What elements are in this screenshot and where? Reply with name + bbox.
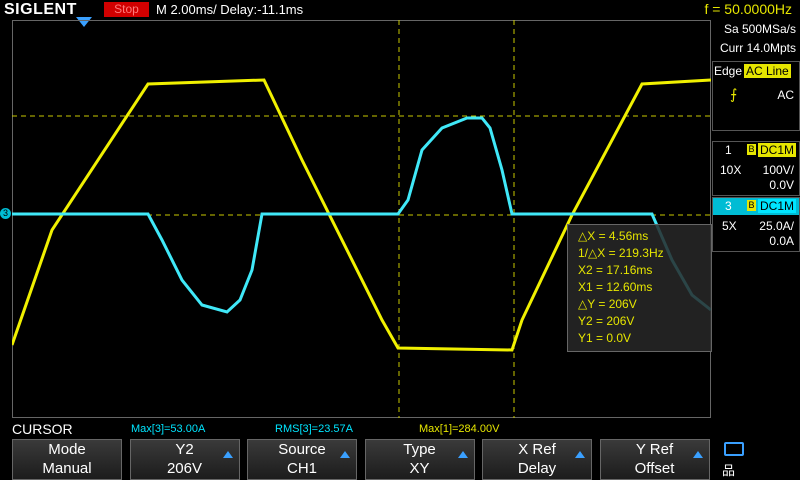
network-icon: 品 — [722, 463, 736, 478]
frequency-counter: f = 50.0000Hz — [704, 1, 792, 17]
cursor-x1-value: X1 = 12.60ms — [578, 280, 653, 294]
softkey-value: CH1 — [286, 460, 317, 477]
ch3-ground-marker[interactable]: 3 — [0, 208, 11, 219]
ch3-number: 3 — [725, 199, 732, 213]
cursor-delta-x: △X = 4.56ms — [578, 229, 649, 243]
ch1-number: 1 — [725, 143, 732, 157]
trigger-type: Edge — [714, 64, 743, 78]
menu-title: CURSOR — [12, 421, 73, 437]
cursor-y1-value: Y1 = 0.0V — [578, 331, 632, 345]
measurement-max-ch1: Max[1]=284.00V — [419, 423, 500, 435]
softkey-2[interactable]: Y2 206V — [129, 439, 240, 480]
ch1-probe: 10X — [720, 163, 742, 177]
softkey-3[interactable]: Source CH1 — [247, 439, 357, 480]
cursor-lines[interactable] — [12, 20, 711, 418]
softkey-label: Mode — [48, 441, 86, 458]
up-arrow-icon — [222, 451, 233, 458]
up-arrow-icon — [340, 451, 350, 458]
softkey-value: 206V — [166, 460, 203, 477]
trigger-source: AC Line — [744, 64, 791, 78]
softkey-4[interactable]: Type XY — [364, 439, 475, 480]
softkey-1[interactable]: Mode Manual — [12, 439, 122, 480]
sample-rate: Sa 500MSa/s — [723, 22, 796, 36]
ch3-scale: 25.0A/ — [759, 219, 794, 233]
usb-icon — [724, 442, 744, 456]
grid-lines — [12, 20, 711, 418]
cursor-readout-panel: △X = 4.56ms 1/△X = 219.3Hz X2 = 17.16ms … — [567, 224, 712, 352]
softkey-6[interactable]: Y Ref Offset — [599, 439, 710, 480]
ch3-coupling: DC1M — [758, 199, 797, 213]
ch1-bandwidth-badge: B — [747, 144, 756, 155]
softkey-5[interactable]: X Ref Delay — [482, 439, 592, 480]
ch3-bandwidth-badge: B — [747, 200, 756, 211]
ch1-coupling: DC1M — [758, 143, 797, 157]
up-arrow-icon — [692, 451, 703, 458]
brand-logo: SIGLENT — [4, 1, 77, 18]
rising-edge-icon: ⨍ — [730, 86, 738, 102]
softkey-value: Manual — [42, 460, 92, 477]
softkey-value: Offset — [634, 460, 675, 477]
up-arrow-icon — [575, 451, 585, 458]
up-arrow-icon — [457, 451, 468, 458]
ch3-offset: 0.0A — [769, 234, 794, 248]
softkey-value: XY — [409, 460, 430, 477]
softkey-value: Delay — [517, 460, 557, 477]
waveform-display[interactable] — [12, 20, 711, 418]
cursor-x2-value: X2 = 17.16ms — [578, 263, 653, 277]
cursor-delta-y: △Y = 206V — [578, 297, 637, 311]
cursor-inverse-delta-x: 1/△X = 219.3Hz — [578, 246, 664, 260]
run-stop-badge[interactable]: Stop — [104, 2, 149, 17]
measurement-rms-ch3: RMS[3]=23.57A — [275, 423, 353, 435]
ch3-probe: 5X — [722, 219, 737, 233]
memory-depth: Curr 14.0Mpts — [719, 41, 796, 55]
measurement-max-ch3: Max[3]=53.00A — [131, 423, 206, 435]
trigger-coupling: AC — [777, 88, 794, 102]
cursor-y2-value: Y2 = 206V — [578, 314, 635, 328]
ch1-scale: 100V/ — [762, 163, 794, 177]
graticule — [12, 20, 711, 418]
ch1-offset: 0.0V — [769, 178, 794, 192]
timebase-readout[interactable]: M 2.00ms/ Delay:-11.1ms — [156, 2, 303, 17]
